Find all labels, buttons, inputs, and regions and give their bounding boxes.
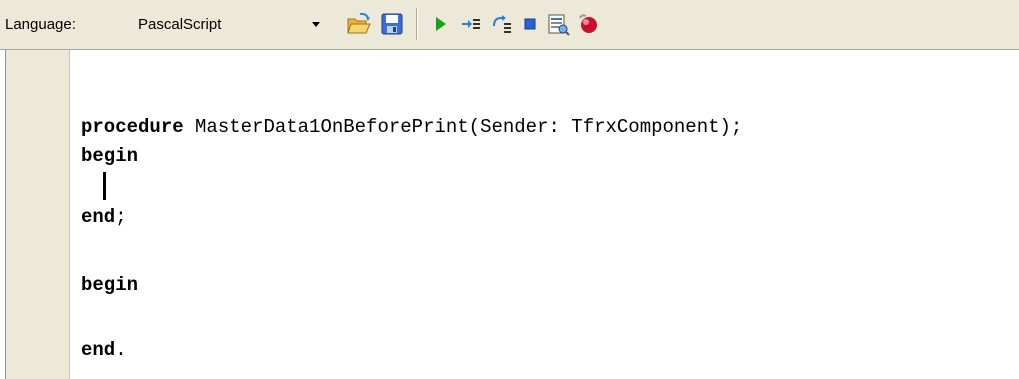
toolbar: Language: PascalScript [0, 0, 1019, 50]
code-text: MasterData1OnBeforePrint(Sender: TfrxCom… [183, 116, 743, 138]
play-icon [436, 17, 446, 31]
run-button[interactable] [425, 9, 455, 39]
text-caret [103, 172, 106, 200]
open-button[interactable] [344, 9, 374, 39]
step-over-icon [493, 15, 511, 33]
folder-open-icon [347, 12, 371, 34]
evaluate-icon [548, 14, 570, 36]
code-keyword: end [81, 339, 116, 361]
code-line: procedure MasterData1OnBeforePrint(Sende… [81, 113, 742, 141]
code-line: begin [81, 271, 138, 299]
language-select-value: PascalScript [138, 16, 222, 33]
code-keyword: begin [81, 274, 139, 296]
step-over-button[interactable] [487, 9, 517, 39]
language-label: Language: [5, 16, 76, 33]
code-text: ; [115, 206, 127, 228]
save-button[interactable] [377, 9, 407, 39]
script-editor-window: Language: PascalScript procedure MasterD… [0, 0, 1019, 379]
toolbar-separator [416, 8, 417, 40]
step-into-icon [462, 19, 480, 29]
code-text: . [115, 339, 127, 361]
code-keyword: end [81, 206, 116, 228]
code-keyword: begin [81, 145, 139, 167]
breakpoint-icon [579, 14, 597, 33]
chevron-down-icon[interactable] [308, 18, 324, 30]
evaluate-button[interactable] [543, 9, 573, 39]
stop-button[interactable] [515, 9, 545, 39]
floppy-disk-icon [381, 13, 403, 35]
language-select[interactable]: PascalScript [130, 9, 334, 39]
step-into-button[interactable] [456, 9, 486, 39]
code-keyword: procedure [81, 116, 184, 138]
code-area[interactable]: procedure MasterData1OnBeforePrint(Sende… [81, 50, 1016, 379]
code-editor[interactable]: procedure MasterData1OnBeforePrint(Sende… [5, 50, 1019, 379]
breakpoint-button[interactable] [573, 9, 603, 39]
code-line: begin [81, 142, 138, 170]
code-line: end; [81, 203, 127, 231]
editor-gutter[interactable] [6, 50, 70, 379]
code-line: end. [81, 336, 127, 364]
stop-icon [524, 18, 536, 30]
